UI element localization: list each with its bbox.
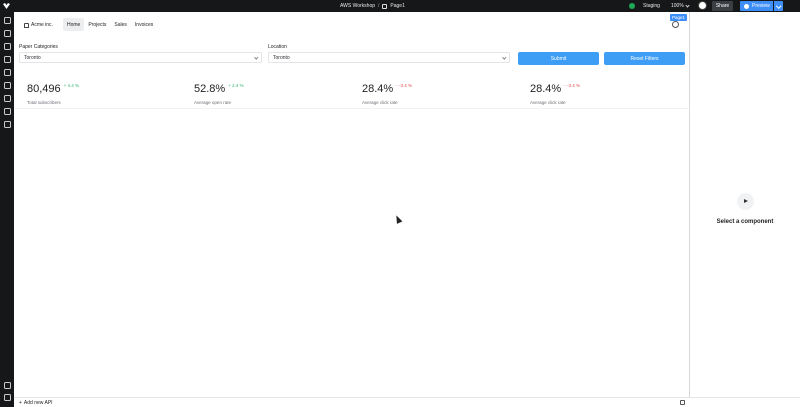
share-button[interactable]: Share: [712, 1, 733, 11]
stat-delta: + 2.4 %: [228, 83, 244, 88]
home-icon: [24, 22, 29, 28]
top-bar: AWS Workshop / Page1 Staging 100% Share …: [0, 0, 800, 12]
category-value: Toronto: [24, 54, 41, 61]
inspector-panel: Select a component: [690, 12, 800, 397]
page-icon: [382, 3, 388, 9]
preview-button[interactable]: Preview: [740, 1, 773, 11]
chevron-down-icon[interactable]: [685, 3, 690, 8]
reset-filters-button[interactable]: Reset Filters: [604, 52, 685, 65]
divider: [14, 108, 690, 109]
nav-sales[interactable]: Sales: [110, 18, 131, 31]
brand: Acme inc.: [24, 22, 53, 28]
settings-icon[interactable]: [3, 69, 11, 76]
category-select[interactable]: Toronto: [19, 52, 262, 63]
preview-label: Preview: [752, 3, 770, 9]
environment-selector[interactable]: Staging: [643, 3, 660, 9]
code-icon[interactable]: [3, 108, 11, 115]
add-api-button[interactable]: + Add new API: [19, 400, 53, 406]
play-icon: [744, 3, 749, 9]
nav-projects[interactable]: Projects: [84, 18, 110, 31]
page-tag: Page1: [670, 14, 688, 21]
stat-value: 52.8%: [194, 83, 226, 95]
workspace-name[interactable]: AWS Workshop: [340, 3, 375, 9]
preview-dropdown-button[interactable]: [774, 1, 783, 11]
bottom-bar: + Add new API: [14, 397, 800, 407]
environment-status-icon: [629, 2, 635, 9]
stat-label: Average click rate: [362, 100, 398, 105]
help-icon[interactable]: [672, 21, 679, 28]
stat-delta: + 4.4 %: [63, 83, 80, 88]
comments-icon[interactable]: [3, 95, 11, 102]
nav-invoices[interactable]: Invoices: [131, 18, 157, 31]
plus-icon: +: [19, 400, 22, 406]
brand-name: Acme inc.: [31, 22, 53, 28]
pages-icon[interactable]: [3, 30, 11, 37]
nav-home[interactable]: Home: [63, 18, 85, 31]
stat-card-open-rate: 52.8% + 2.4 % Average open rate: [194, 79, 244, 105]
location-value: Toronto: [273, 54, 290, 61]
stat-value: 28.4%: [362, 83, 394, 95]
chat-icon[interactable]: [3, 121, 11, 128]
inspector-icon[interactable]: [3, 56, 11, 63]
stat-value: 80,496: [27, 83, 61, 95]
chevron-down-icon: [253, 55, 258, 60]
chevron-down-icon: [501, 55, 506, 60]
gear-icon[interactable]: [3, 382, 11, 389]
zoom-selector[interactable]: 100%: [671, 3, 684, 9]
stat-label: Average click rate: [530, 100, 566, 105]
stat-delta: - -3.4 %: [564, 83, 580, 88]
datasources-icon[interactable]: [3, 43, 11, 50]
stat-card-click-rate: 28.4% - -3.4 % Average click rate: [362, 79, 412, 105]
theme-icon[interactable]: [3, 394, 11, 401]
calendar-icon[interactable]: [680, 400, 685, 405]
components-icon[interactable]: [3, 17, 11, 24]
stat-card-subscribers: 80,496 + 4.4 % Total subscribers: [27, 79, 79, 105]
empty-state-text: Select a component: [716, 219, 774, 225]
add-api-label: Add new API: [23, 400, 53, 406]
page-name[interactable]: Page1: [390, 3, 404, 9]
stat-delta: - -3.4 %: [396, 83, 412, 88]
stat-value: 28.4%: [530, 83, 562, 95]
submit-button[interactable]: Submit: [518, 52, 599, 65]
left-sidebar: [0, 12, 14, 407]
stat-label: Total subscribers: [27, 100, 61, 105]
app-logo-icon[interactable]: [2, 2, 11, 10]
location-label: Location: [268, 44, 287, 50]
avatar[interactable]: [698, 1, 707, 10]
location-select[interactable]: Toronto: [268, 52, 510, 63]
app-canvas: Acme inc. Home Projects Sales Invoices P…: [14, 12, 690, 397]
stat-card-click-rate-2: 28.4% - -3.4 % Average click rate: [530, 79, 580, 105]
breadcrumb: AWS Workshop / Page1: [340, 3, 405, 9]
category-label: Paper Categories: [19, 44, 58, 50]
stat-label: Average open rate: [194, 100, 231, 105]
debugger-icon[interactable]: [3, 82, 11, 89]
select-component-icon: [737, 193, 754, 210]
breadcrumb-separator: /: [378, 3, 380, 9]
top-navigation: Home Projects Sales Invoices: [63, 18, 157, 31]
